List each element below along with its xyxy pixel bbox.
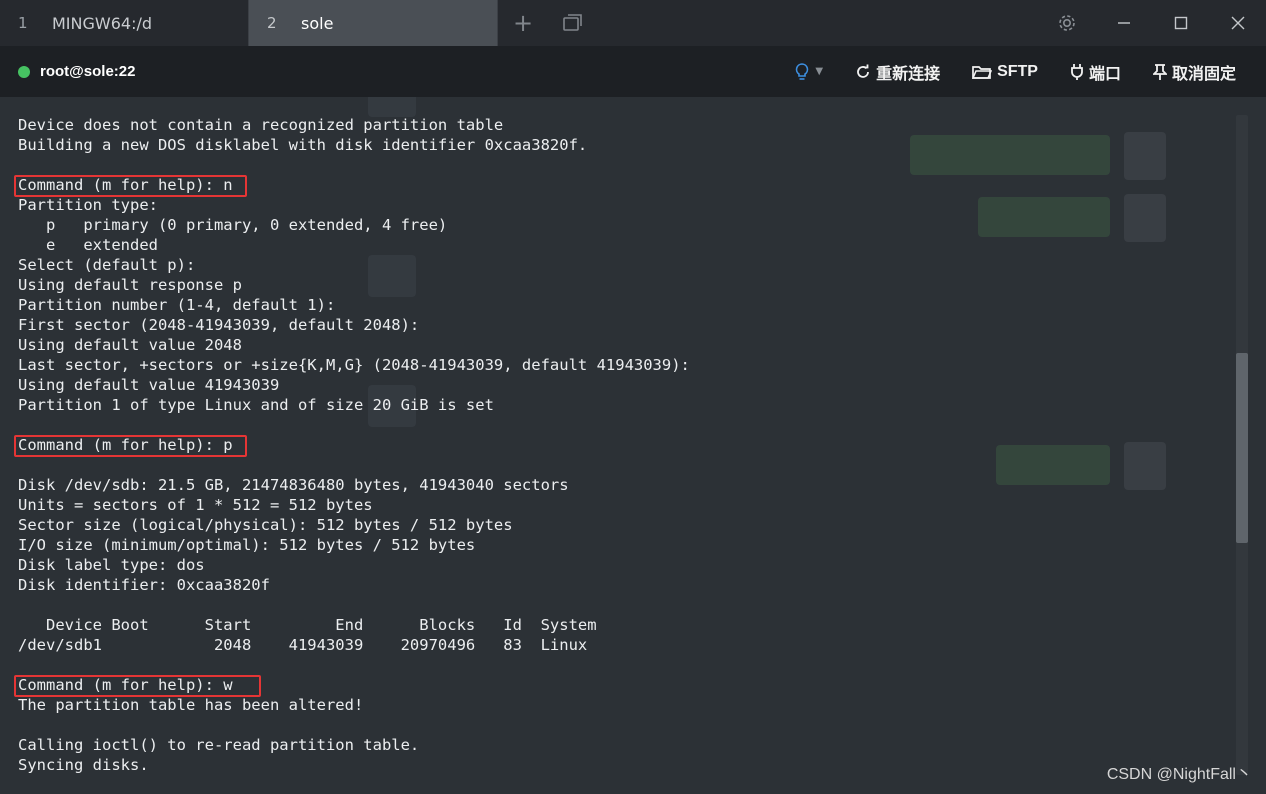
terminal-line: Partition 1 of type Linux and of size 20… <box>18 396 494 414</box>
tab-number: 2 <box>267 14 277 32</box>
terminal-line: Partition type: <box>18 196 158 214</box>
terminal-line: Partition number (1-4, default 1): <box>18 296 336 314</box>
background-ghost <box>1124 132 1166 180</box>
scrollbar-thumb[interactable] <box>1236 353 1248 543</box>
terminal-line: e extended <box>18 236 158 254</box>
session-host: root@sole:22 <box>40 63 136 80</box>
watermark: CSDN @NightFall丶 <box>1106 766 1252 783</box>
refresh-icon <box>857 64 869 78</box>
background-ghost <box>368 97 416 117</box>
minimize-icon[interactable] <box>1095 0 1152 46</box>
background-ghost <box>1124 194 1166 242</box>
terminal-line: Select (default p): <box>18 256 196 274</box>
background-ghost <box>910 135 1110 175</box>
unpin-button[interactable]: 取消固定 <box>1152 60 1236 84</box>
terminal-line: First sector (2048-41943039, default 204… <box>18 316 420 334</box>
session-bar: root@sole:22 ▼ 重新连接 SFTP 端口 取消固定 <box>0 46 1266 97</box>
tab-bar: 1 MINGW64:/d 2 sole + <box>0 0 1266 46</box>
terminal-line: Calling ioctl() to re-read partition tab… <box>18 736 420 754</box>
tab-label: sole <box>301 13 334 33</box>
tab-overview-icon[interactable] <box>548 0 598 46</box>
terminal-line: Using default response p <box>18 276 242 294</box>
folder-icon <box>972 65 993 79</box>
terminal-output[interactable]: Device does not contain a recognized par… <box>0 97 1266 794</box>
terminal-line: Device Boot Start End Blocks Id System <box>18 616 597 634</box>
tab-number: 1 <box>18 14 28 32</box>
terminal-line: Units = sectors of 1 * 512 = 512 bytes <box>18 496 373 514</box>
terminal-line: /dev/sdb1 2048 41943039 20970496 83 Linu… <box>18 636 588 654</box>
command-highlight-box <box>14 435 247 457</box>
tab-sole[interactable]: 2 sole <box>249 0 498 46</box>
terminal-line: I/O size (minimum/optimal): 512 bytes / … <box>18 536 476 554</box>
terminal-line: Syncing disks. <box>18 756 149 774</box>
terminal-lines: Device does not contain a recognized par… <box>14 115 690 775</box>
tab-label: MINGW64:/d <box>52 13 153 33</box>
terminal-line: Disk /dev/sdb: 21.5 GB, 21474836480 byte… <box>18 476 569 494</box>
terminal-line: Sector size (logical/physical): 512 byte… <box>18 516 513 534</box>
terminal-line: Command (m for help): w <box>14 675 690 697</box>
reconnect-label: 重新连接 <box>876 65 941 83</box>
port-label: 端口 <box>1088 65 1121 83</box>
background-ghost <box>978 197 1110 237</box>
command-highlight-box <box>14 675 261 697</box>
terminal-line: Using default value 2048 <box>18 336 242 354</box>
settings-gear-icon[interactable] <box>1038 0 1095 46</box>
port-forward-button[interactable]: 端口 <box>1070 60 1121 84</box>
background-ghost <box>996 445 1110 485</box>
terminal-line: Last sector, +sectors or +size{K,M,G} (2… <box>18 356 690 374</box>
plug-icon <box>1071 63 1083 80</box>
chevron-down-icon: ▼ <box>815 66 824 77</box>
terminal-line: Using default value 41943039 <box>18 376 280 394</box>
reconnect-button[interactable]: 重新连接 <box>855 60 940 84</box>
maximize-icon[interactable] <box>1152 0 1209 46</box>
background-ghost <box>1124 442 1166 490</box>
terminal-line: Command (m for help): p <box>14 435 690 457</box>
connection-status-icon <box>18 65 30 78</box>
tab-mingw64[interactable]: 1 MINGW64:/d <box>0 0 249 46</box>
sftp-button[interactable]: SFTP <box>972 63 1038 81</box>
pin-icon <box>1152 63 1167 80</box>
new-tab-icon[interactable]: + <box>498 0 548 46</box>
terminal-line: Device does not contain a recognized par… <box>18 116 504 134</box>
terminal-line: Command (m for help): n <box>14 175 690 197</box>
command-highlight-box <box>14 175 247 197</box>
terminal-line: The partition table has been altered! <box>18 696 364 714</box>
terminal-line: p primary (0 primary, 0 extended, 4 free… <box>18 216 448 234</box>
unpin-label: 取消固定 <box>1171 65 1236 83</box>
lightbulb-icon[interactable]: ▼ <box>795 62 824 81</box>
close-icon[interactable] <box>1209 0 1266 46</box>
terminal-line: Disk label type: dos <box>18 556 205 574</box>
terminal-line: Disk identifier: 0xcaa3820f <box>18 576 270 594</box>
terminal-line: Building a new DOS disklabel with disk i… <box>18 136 588 154</box>
sftp-label: SFTP <box>997 62 1038 80</box>
